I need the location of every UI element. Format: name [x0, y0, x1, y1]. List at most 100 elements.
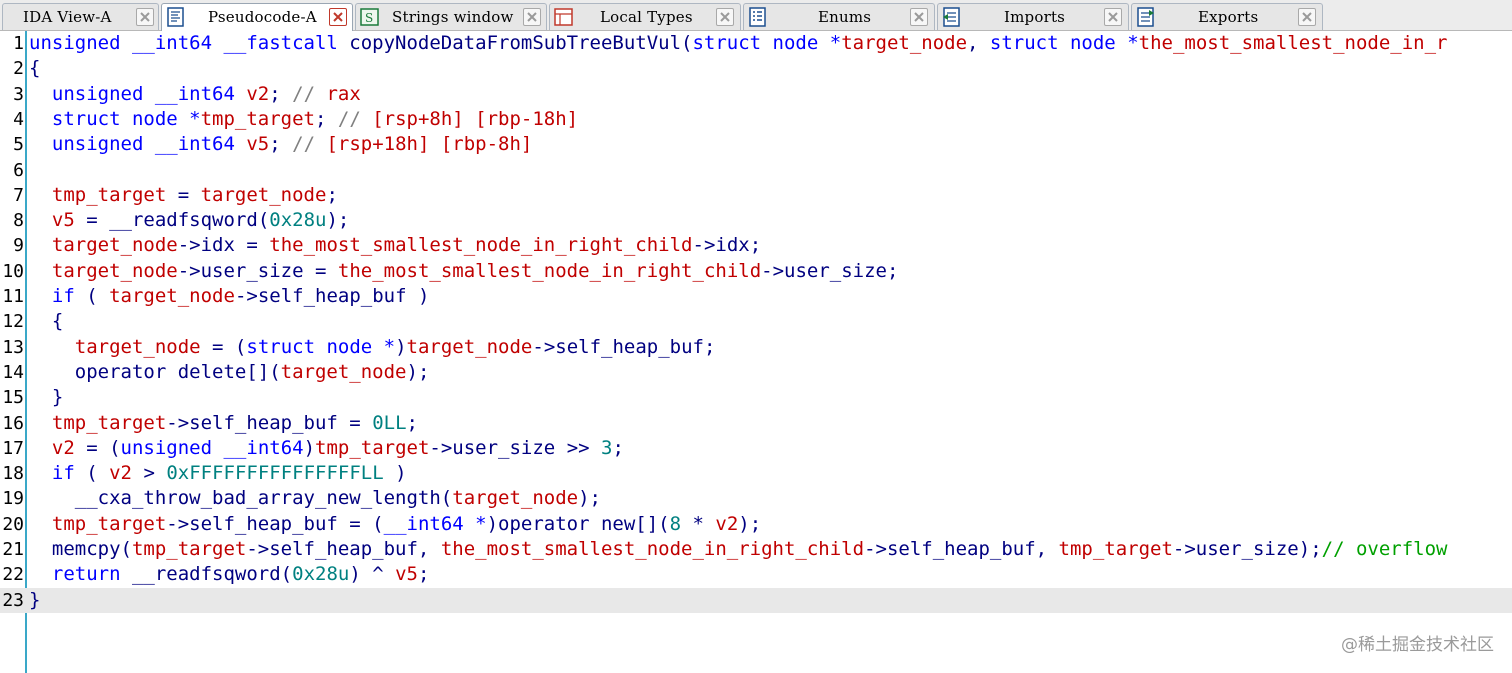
code-text: target_node->idx = the_most_smallest_nod… [29, 233, 761, 258]
code-line[interactable]: 19 __cxa_throw_bad_array_new_length(targ… [0, 486, 1512, 511]
close-icon[interactable] [1104, 8, 1122, 26]
code-line[interactable]: 21 memcpy(tmp_target->self_heap_buf, the… [0, 537, 1512, 562]
code-token: ); [578, 487, 601, 510]
code-line[interactable]: 17 v2 = (unsigned __int64)tmp_target->us… [0, 436, 1512, 461]
code-line[interactable]: 16 tmp_target->self_heap_buf = 0LL; [0, 411, 1512, 436]
code-token: [rsp+18h] [rbp-8h] [326, 133, 533, 156]
code-line[interactable]: 4 struct node *tmp_target; // [rsp+8h] [… [0, 107, 1512, 132]
code-line[interactable]: 10 target_node->user_size = the_most_sma… [0, 259, 1512, 284]
code-line[interactable]: 3 unsigned __int64 v2; // rax [0, 82, 1512, 107]
watermark: @稀土掘金技术社区 [1341, 635, 1494, 655]
svg-text:S: S [365, 11, 373, 25]
line-number: 3 [13, 83, 24, 105]
code-line[interactable]: 15 } [0, 385, 1512, 410]
close-icon[interactable] [523, 8, 541, 26]
code-line[interactable]: 12 { [0, 309, 1512, 334]
code-token: operator delete[]( [29, 360, 281, 383]
code-token: unsigned __int64 [120, 436, 304, 459]
code-token: the_most_smallest_node_in_right_child [440, 538, 865, 560]
tab-strings-window[interactable]: S Strings window [355, 3, 547, 30]
code-token: unsigned __int64 __fastcall [29, 32, 350, 54]
code-text: target_node->user_size = the_most_smalle… [29, 259, 899, 284]
code-token: target_node [51, 234, 178, 257]
code-line[interactable]: 7 tmp_target = target_node; [0, 183, 1512, 208]
line-number: 18 [2, 463, 24, 485]
code-text: unsigned __int64 __fastcall copyNodeData… [29, 31, 1448, 56]
code-token: ); [738, 512, 762, 535]
code-line[interactable]: 9 target_node->idx = the_most_smallest_n… [0, 233, 1512, 258]
code-token: return [51, 563, 121, 586]
code-text: } [29, 588, 40, 613]
code-token: __int64 * [383, 512, 487, 535]
line-number: 17 [2, 437, 24, 459]
tab-exports[interactable]: Exports [1131, 3, 1323, 30]
code-line[interactable]: 8 v5 = __readfsqword(0x28u); [0, 208, 1512, 233]
code-token: __readfsqword( [109, 209, 270, 232]
code-line[interactable]: 6 [0, 158, 1512, 183]
code-token: ->self_heap_buf, [864, 538, 1059, 560]
code-token: ) [383, 462, 407, 485]
code-token: = [166, 183, 201, 206]
code-token: struct node * [246, 335, 396, 358]
code-token: tmp_target [51, 411, 167, 434]
code-token: struct node * [692, 32, 842, 54]
code-text: return __readfsqword(0x28u) ^ v5; [29, 562, 430, 587]
code-line[interactable]: 18 if ( v2 > 0xFFFFFFFFFFFFFFFLL ) [0, 461, 1512, 486]
code-token: ->user_size = [177, 259, 338, 282]
code-line[interactable]: 2{ [0, 56, 1512, 81]
code-line[interactable]: 20 tmp_target->self_heap_buf = (__int64 … [0, 512, 1512, 537]
code-text: } [29, 385, 63, 410]
line-number: 15 [2, 387, 24, 409]
code-line[interactable]: 11 if ( target_node->self_heap_buf ) [0, 284, 1512, 309]
code-token: v2 [715, 512, 739, 535]
code-token: ->self_heap_buf = [166, 411, 373, 434]
code-token: tmp_target [315, 436, 430, 459]
line-number: 9 [13, 235, 24, 257]
code-line[interactable]: 5 unsigned __int64 v5; // [rsp+18h] [rbp… [0, 132, 1512, 157]
code-token: { [29, 310, 64, 333]
tab-pseudocode-a[interactable]: Pseudocode-A [161, 3, 353, 32]
code-token: if [51, 285, 75, 307]
close-icon[interactable] [910, 8, 928, 26]
close-icon[interactable] [716, 8, 734, 26]
close-icon[interactable] [329, 8, 347, 26]
tab-imports[interactable]: Imports [937, 3, 1129, 30]
pseudocode-view[interactable]: 1 unsigned __int64 __fastcall copyNodeDat… [0, 31, 1512, 673]
code-token: v2 [51, 436, 75, 459]
code-token: struct node * [989, 32, 1139, 54]
tab-ida-view-a[interactable]: IDA View-A [2, 3, 159, 30]
close-icon[interactable] [136, 8, 154, 26]
code-line[interactable]: 1 unsigned __int64 __fastcall copyNodeDat… [0, 31, 1512, 56]
code-token: target_node [406, 335, 533, 358]
code-text: { [29, 56, 40, 81]
tab-enums[interactable]: Enums [743, 3, 935, 30]
code-token: the_most_smallest_node_in_right_child [269, 234, 693, 257]
code-line[interactable]: 23} [0, 587, 1512, 613]
code-line[interactable]: 14 operator delete[](target_node); [0, 360, 1512, 385]
code-text: unsigned __int64 v2; // rax [29, 82, 361, 107]
code-line[interactable]: 22 return __readfsqword(0x28u) ^ v5; [0, 562, 1512, 587]
tab-label: Pseudocode-A [208, 8, 317, 26]
code-token: the_most_smallest_node_in_r [1138, 32, 1448, 54]
line-number: 14 [2, 361, 24, 383]
code-token: ); [406, 360, 430, 383]
code-token: tmp_target [131, 538, 247, 560]
code-text: struct node *tmp_target; // [rsp+8h] [rb… [29, 107, 578, 132]
tab-local-types[interactable]: Local Types [549, 3, 741, 30]
close-icon[interactable] [1298, 8, 1316, 26]
tab-label: Exports [1198, 8, 1259, 26]
code-token: target_node [200, 183, 327, 206]
code-line[interactable]: 13 target_node = (struct node *)target_n… [0, 335, 1512, 360]
strings-icon: S [360, 7, 379, 27]
code-token: target_node [280, 360, 407, 383]
code-token: __readfsqword( [120, 563, 293, 586]
code-text: target_node = (struct node *)target_node… [29, 335, 716, 360]
code-token: ) [395, 335, 407, 358]
code-token: ; [417, 563, 430, 586]
code-token: 0xFFFFFFFFFFFFFFFLL [166, 462, 384, 485]
